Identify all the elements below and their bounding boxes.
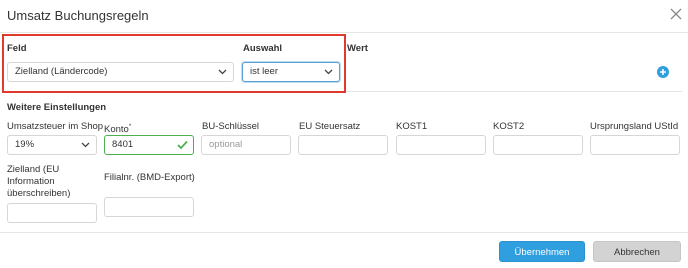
bu-label: BU-Schlüssel: [202, 121, 260, 132]
vat-select-value: 19%: [15, 139, 35, 150]
chevron-down-icon: [324, 69, 333, 75]
kost2-label: KOST2: [493, 121, 525, 132]
account-input[interactable]: 8401: [104, 135, 194, 155]
value-divider: [346, 91, 682, 92]
apply-button[interactable]: Übernehmen: [499, 241, 585, 262]
eu-tax-input[interactable]: [298, 135, 388, 155]
eu-tax-label: EU Steuersatz: [299, 121, 361, 132]
check-icon: [177, 140, 188, 150]
chevron-down-icon: [81, 142, 90, 148]
selection-select-value: ist leer: [250, 66, 278, 77]
kost2-input[interactable]: [493, 135, 583, 155]
branch-label: Filialnr. (BMD-Export): [104, 172, 195, 183]
account-label: Konto*: [104, 121, 131, 136]
kost1-input[interactable]: [396, 135, 486, 155]
account-label-text: Konto: [104, 124, 129, 136]
dest-country-label: Zielland (EU Information überschreiben): [7, 164, 71, 199]
field-select[interactable]: Zielland (Ländercode): [7, 62, 234, 82]
branch-input[interactable]: [104, 197, 194, 217]
selection-select[interactable]: ist leer: [242, 62, 340, 82]
field-select-value: Zielland (Ländercode): [15, 66, 108, 77]
origin-vat-label: Ursprungsland UStId: [590, 121, 679, 132]
account-input-value: 8401: [112, 139, 134, 150]
field-label: Feld: [7, 43, 27, 54]
vat-select[interactable]: 19%: [7, 135, 97, 155]
cancel-button[interactable]: Abbrechen: [593, 241, 681, 262]
dialog-header: Umsatz Buchungsregeln: [0, 0, 688, 33]
bu-input[interactable]: optional: [201, 135, 291, 155]
origin-vat-input[interactable]: [590, 135, 680, 155]
settings-heading: Weitere Einstellungen: [7, 102, 107, 113]
vat-label: Umsatzsteuer im Shop: [7, 121, 104, 132]
footer-divider: [0, 232, 688, 233]
bu-input-placeholder: optional: [209, 139, 243, 150]
kost1-label: KOST1: [396, 121, 428, 132]
dialog-title: Umsatz Buchungsregeln: [7, 8, 149, 23]
value-label: Wert: [347, 43, 368, 54]
close-button[interactable]: [668, 6, 684, 22]
required-mark: *: [128, 124, 132, 130]
chevron-down-icon: [218, 69, 227, 75]
dest-country-input[interactable]: [7, 203, 97, 223]
add-rule-button[interactable]: [657, 66, 669, 78]
plus-circle-icon: [660, 69, 666, 75]
close-icon: [670, 8, 682, 20]
selection-label: Auswahl: [243, 43, 283, 54]
